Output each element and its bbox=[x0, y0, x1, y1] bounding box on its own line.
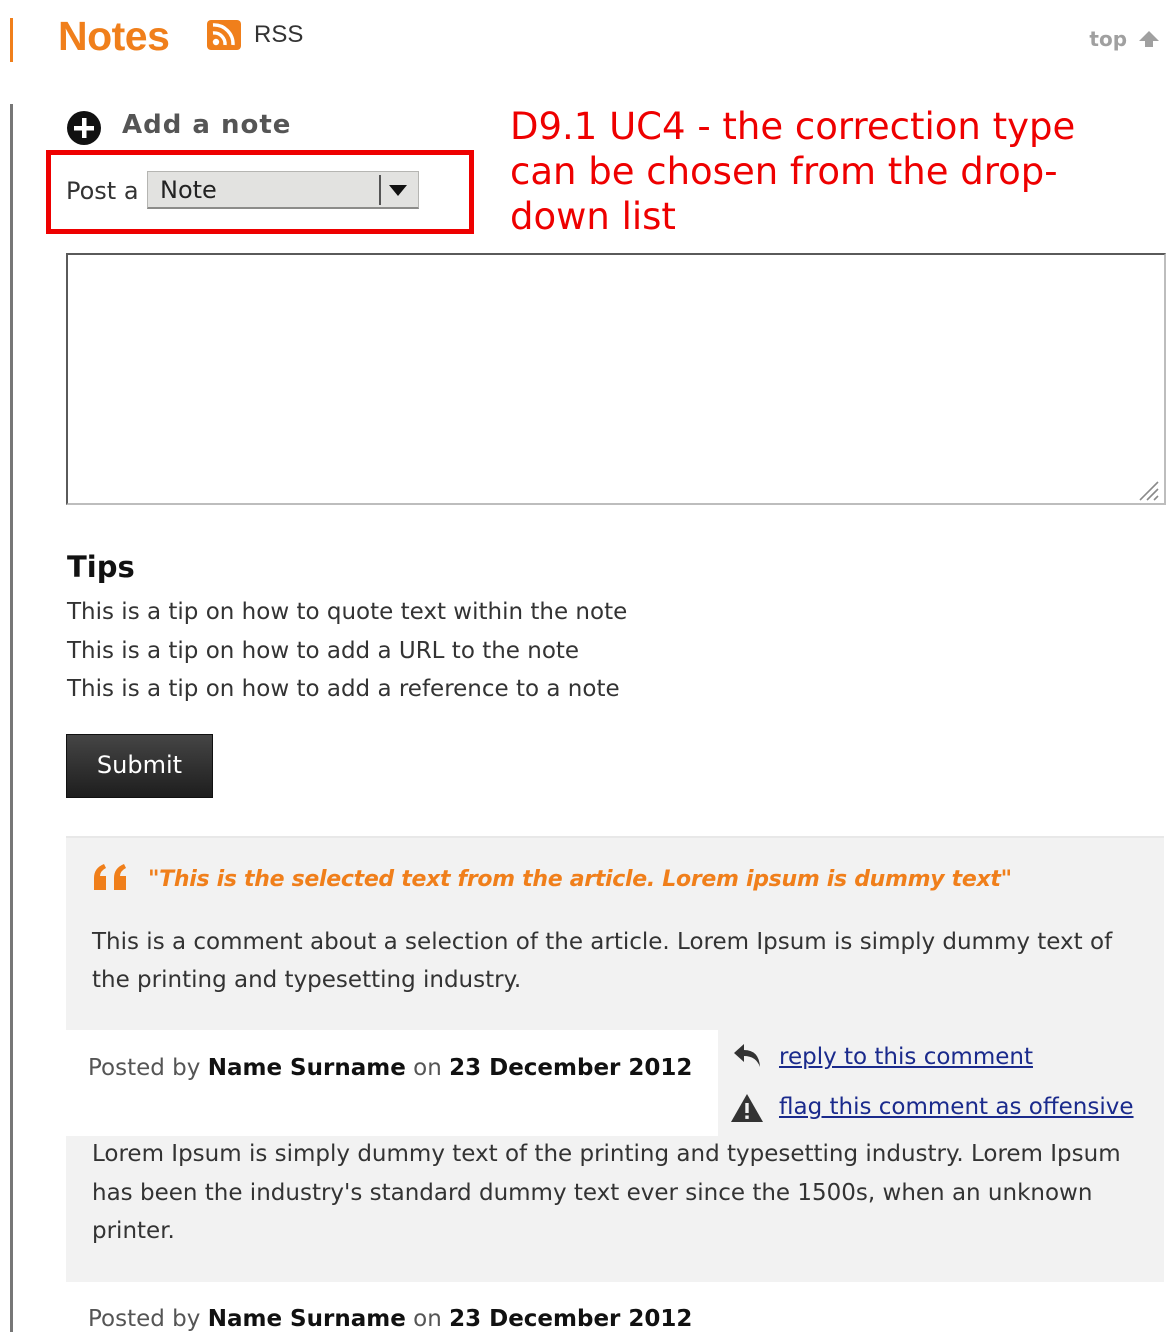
comment-body: This is a comment about a selection of t… bbox=[92, 929, 1113, 993]
section-title: Notes bbox=[58, 13, 170, 59]
quote-icon bbox=[94, 864, 126, 890]
comment-body: Lorem Ipsum is simply dummy text of the … bbox=[92, 1141, 1121, 1244]
section-accent-bar bbox=[10, 18, 13, 62]
tip-item: This is a tip on how to add a URL to the… bbox=[67, 637, 580, 664]
rss-icon[interactable] bbox=[207, 20, 241, 50]
comment-author: Name Surname bbox=[207, 1055, 406, 1081]
dropdown-button[interactable] bbox=[379, 175, 415, 205]
quoted-selection: "This is the selected text from the arti… bbox=[148, 867, 1012, 892]
flag-offensive-link[interactable]: flag this comment as offensive bbox=[779, 1091, 1134, 1123]
arrow-up-icon bbox=[1139, 30, 1159, 47]
rss-link[interactable]: RSS bbox=[254, 20, 303, 50]
reply-link[interactable]: reply to this comment bbox=[779, 1041, 1033, 1073]
comment-date: 23 December 2012 bbox=[449, 1055, 693, 1081]
posted-by-label: Posted by bbox=[88, 1306, 201, 1332]
tip-item: This is a tip on how to add a reference … bbox=[67, 676, 620, 702]
tip-item: This is a tip on how to quote text withi… bbox=[67, 599, 628, 625]
add-note-link[interactable]: Add a note bbox=[122, 108, 291, 142]
plus-circle-icon[interactable] bbox=[66, 110, 102, 146]
submit-button[interactable]: Submit bbox=[66, 734, 213, 798]
chevron-down-icon bbox=[389, 185, 407, 196]
on-label: on bbox=[413, 1306, 442, 1332]
warning-icon[interactable] bbox=[730, 1093, 764, 1123]
reply-icon[interactable] bbox=[732, 1041, 764, 1071]
comment-meta: Posted by Name Surname on 23 December 20… bbox=[88, 1303, 692, 1335]
back-to-top-link[interactable]: top bbox=[1089, 24, 1160, 52]
content-left-rule bbox=[10, 104, 13, 1332]
tips-list: This is a tip on how to quote text withi… bbox=[67, 595, 627, 711]
comment-author: Name Surname bbox=[207, 1306, 406, 1332]
posted-by-label: Posted by bbox=[88, 1055, 201, 1081]
tips-heading: Tips bbox=[67, 550, 135, 584]
top-label: top bbox=[1089, 26, 1128, 51]
note-type-select[interactable]: Note bbox=[147, 171, 419, 209]
note-textarea[interactable] bbox=[66, 253, 1166, 505]
annotation-text: D9.1 UC4 - the correction type can be ch… bbox=[510, 105, 1076, 238]
post-type-label: Post a bbox=[66, 177, 139, 205]
note-type-selected-value: Note bbox=[160, 176, 217, 204]
on-label: on bbox=[413, 1055, 442, 1081]
comment-date: 23 December 2012 bbox=[449, 1306, 693, 1332]
comment-meta: Posted by Name Surname on 23 December 20… bbox=[88, 1052, 692, 1084]
resize-grip-icon[interactable] bbox=[1134, 476, 1160, 502]
